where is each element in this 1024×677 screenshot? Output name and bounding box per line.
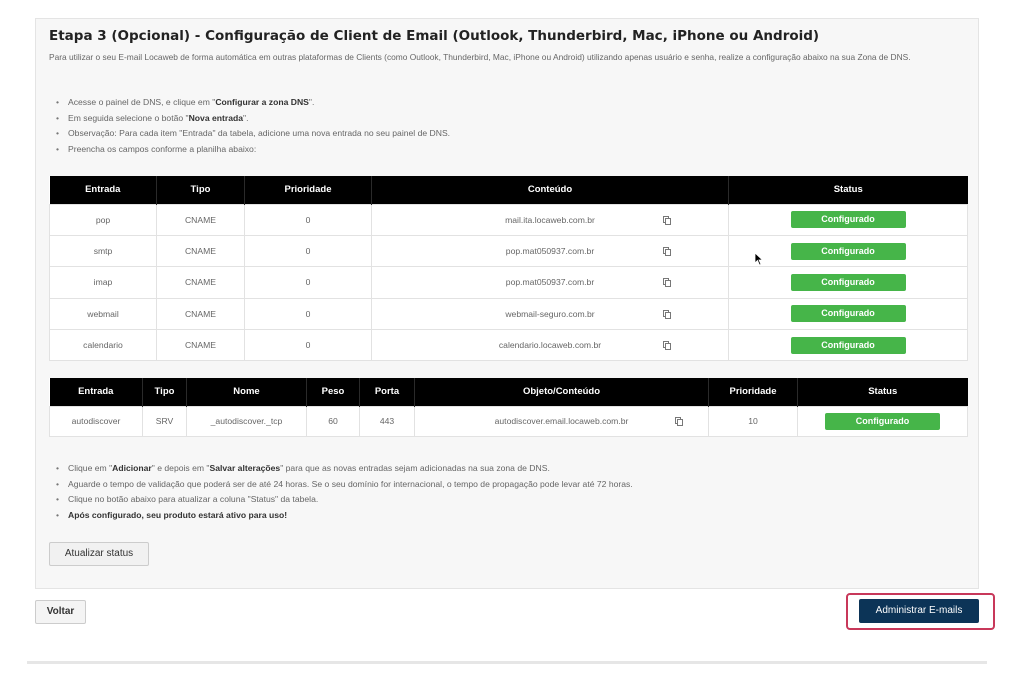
page-title: Etapa 3 (Opcional) - Configuração de Cli… — [49, 28, 820, 44]
dns-cname-table: Entrada Tipo Prioridade Conteúdo Status … — [49, 176, 968, 362]
table-header-row: Entrada Tipo Nome Peso Porta Objeto/Cont… — [49, 378, 968, 406]
update-status-button[interactable]: Atualizar status — [49, 542, 149, 566]
column-header-entrada: Entrada — [49, 176, 157, 204]
cell-status: Configurado — [728, 203, 968, 236]
cell-entrada: calendario — [49, 329, 157, 362]
divider — [27, 661, 987, 664]
cell-entrada: autodiscover — [49, 405, 143, 437]
table-row: autodiscover SRV _autodiscover._tcp 60 4… — [49, 405, 968, 437]
table-row: smtp CNAME 0 pop.mat050937.com.br Config… — [49, 234, 968, 268]
conteudo-value: pop.mat050937.com.br — [505, 246, 595, 257]
conteudo-value: webmail-seguro.com.br — [505, 308, 595, 319]
table-row: calendario CNAME 0 calendario.locaweb.co… — [49, 329, 968, 362]
copy-icon[interactable] — [663, 247, 671, 257]
column-header-tipo: Tipo — [156, 176, 245, 204]
cell-prioridade: 0 — [244, 203, 372, 236]
manage-emails-button[interactable]: Administrar E-mails — [859, 599, 979, 623]
cell-conteudo: pop.mat050937.com.br — [371, 266, 729, 299]
cell-objeto: autodiscover.email.locaweb.com.br — [414, 405, 709, 437]
cell-prioridade: 0 — [244, 234, 372, 268]
instruction-item: Observação: Para cada item "Entrada" da … — [56, 126, 450, 142]
copy-icon[interactable] — [675, 417, 683, 426]
cell-conteudo: webmail-seguro.com.br — [371, 297, 729, 331]
table-row: webmail CNAME 0 webmail-seguro.com.br Co… — [49, 297, 968, 331]
status-configured-badge[interactable]: Configurado — [825, 412, 940, 430]
dns-srv-table: Entrada Tipo Nome Peso Porta Objeto/Cont… — [49, 378, 968, 437]
copy-icon[interactable] — [663, 309, 671, 319]
column-header-tipo: Tipo — [142, 378, 187, 406]
table-row: pop CNAME 0 mail.ita.locaweb.com.br Conf… — [49, 203, 968, 236]
cell-status: Configurado — [728, 266, 968, 299]
cell-status: Configurado — [797, 405, 968, 437]
copy-icon[interactable] — [663, 341, 671, 351]
status-configured-badge[interactable]: Configurado — [790, 336, 906, 354]
note-item: Após configurado, seu produto estará ati… — [56, 508, 633, 524]
cell-status: Configurado — [728, 234, 968, 268]
conteudo-value: calendario.locaweb.com.br — [498, 340, 602, 351]
copy-icon[interactable] — [663, 278, 671, 288]
column-header-status: Status — [797, 378, 968, 406]
instruction-item: Acesse o painel de DNS, e clique em "Con… — [56, 95, 450, 111]
cell-tipo: CNAME — [156, 234, 245, 268]
instruction-item: Em seguida selecione o botão "Nova entra… — [56, 111, 450, 127]
cell-status: Configurado — [728, 329, 968, 362]
cell-prioridade: 0 — [244, 266, 372, 299]
status-configured-badge[interactable]: Configurado — [790, 242, 906, 260]
column-header-conteudo: Conteúdo — [371, 176, 729, 204]
conteudo-value: pop.mat050937.com.br — [505, 277, 595, 288]
instruction-item: Preencha os campos conforme a planilha a… — [56, 142, 450, 158]
column-header-status: Status — [728, 176, 968, 204]
cell-conteudo: pop.mat050937.com.br — [371, 234, 729, 268]
cell-tipo: SRV — [142, 405, 187, 437]
cell-entrada: smtp — [49, 234, 157, 268]
cell-prioridade: 0 — [244, 329, 372, 362]
cell-prioridade: 0 — [244, 297, 372, 331]
dns-config-panel: Etapa 3 (Opcional) - Configuração de Cli… — [35, 18, 979, 589]
cell-tipo: CNAME — [156, 266, 245, 299]
conteudo-value: mail.ita.locaweb.com.br — [505, 214, 595, 225]
cell-tipo: CNAME — [156, 203, 245, 236]
status-configured-badge[interactable]: Configurado — [790, 305, 906, 323]
table-row: imap CNAME 0 pop.mat050937.com.br Config… — [49, 266, 968, 299]
cell-status: Configurado — [728, 297, 968, 331]
column-header-porta: Porta — [359, 378, 415, 406]
note-item: Clique no botão abaixo para atualizar a … — [56, 492, 633, 508]
cell-entrada: webmail — [49, 297, 157, 331]
cell-prioridade: 10 — [708, 405, 798, 437]
page-description: Para utilizar o seu E-mail Locaweb de fo… — [49, 52, 911, 62]
column-header-prioridade: Prioridade — [244, 176, 372, 204]
copy-icon[interactable] — [663, 215, 671, 225]
status-configured-badge[interactable]: Configurado — [790, 211, 906, 229]
column-header-nome: Nome — [186, 378, 307, 406]
instructions-list: Acesse o painel de DNS, e clique em "Con… — [56, 95, 450, 158]
cell-porta: 443 — [359, 405, 415, 437]
column-header-peso: Peso — [306, 378, 360, 406]
back-button[interactable]: Voltar — [35, 600, 86, 624]
status-configured-badge[interactable]: Configurado — [790, 273, 906, 291]
cell-entrada: pop — [49, 203, 157, 236]
note-item: Clique em "Adicionar" e depois em "Salva… — [56, 461, 633, 477]
table-header-row: Entrada Tipo Prioridade Conteúdo Status — [49, 176, 968, 204]
cell-tipo: CNAME — [156, 297, 245, 331]
cell-nome: _autodiscover._tcp — [186, 405, 307, 437]
notes-list: Clique em "Adicionar" e depois em "Salva… — [56, 461, 633, 524]
column-header-objeto: Objeto/Conteúdo — [414, 378, 709, 406]
mouse-cursor-icon — [754, 252, 764, 266]
column-header-prioridade: Prioridade — [708, 378, 798, 406]
cell-conteudo: calendario.locaweb.com.br — [371, 329, 729, 362]
cell-tipo: CNAME — [156, 329, 245, 362]
cell-entrada: imap — [49, 266, 157, 299]
cell-conteudo: mail.ita.locaweb.com.br — [371, 203, 729, 236]
column-header-entrada: Entrada — [49, 378, 143, 406]
note-item: Aguarde o tempo de validação que poderá … — [56, 477, 633, 493]
objeto-value: autodiscover.email.locaweb.com.br — [494, 416, 629, 426]
cell-peso: 60 — [306, 405, 360, 437]
